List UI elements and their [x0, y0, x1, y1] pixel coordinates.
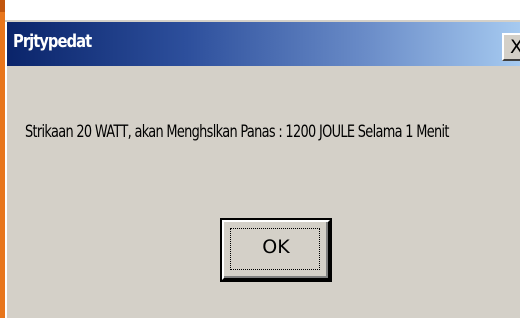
- dialog-message: Strikaan 20 WATT, akan Menghslkan Panas …: [25, 122, 449, 142]
- left-window-edge-top: [0, 0, 5, 12]
- dialog-title: Prjtypedat: [13, 31, 92, 52]
- dialog-titlebar[interactable]: Prjtypedat X: [7, 22, 520, 66]
- screen: Prjtypedat X Strikaan 20 WATT, akan Meng…: [0, 0, 520, 318]
- ok-button[interactable]: OK: [222, 220, 330, 280]
- message-dialog: Prjtypedat X Strikaan 20 WATT, akan Meng…: [5, 22, 520, 318]
- background-window: [0, 0, 520, 22]
- ok-button-label: OK: [262, 236, 290, 258]
- close-button[interactable]: X: [502, 33, 520, 61]
- close-icon: X: [510, 36, 520, 58]
